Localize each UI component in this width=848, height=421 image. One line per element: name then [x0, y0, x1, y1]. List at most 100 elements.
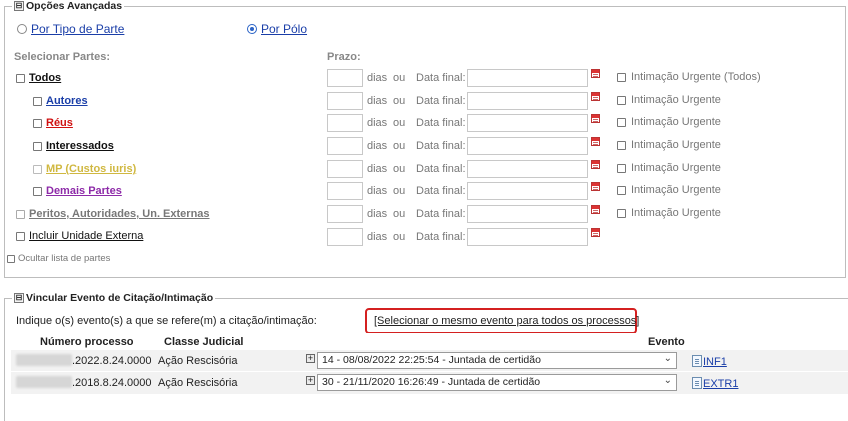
- party-row-peritos[interactable]: Peritos, Autoridades, Un. Externas: [16, 208, 210, 220]
- urgent-row-demais[interactable]: Intimação Urgente: [617, 184, 721, 196]
- calendar-icon[interactable]: [591, 69, 600, 78]
- urgent-label-autores: Intimação Urgente: [631, 94, 721, 106]
- urgent-row-mp[interactable]: Intimação Urgente: [617, 162, 721, 174]
- numero-processo: .2018.8.24.0000: [72, 377, 152, 389]
- ocultar-lista-row[interactable]: Ocultar lista de partes: [7, 253, 110, 264]
- dias-input[interactable]: [327, 205, 363, 223]
- checkbox-demais[interactable]: [33, 186, 42, 196]
- party-label-todos[interactable]: Todos: [29, 72, 61, 84]
- col-header-evento: Evento: [648, 336, 685, 348]
- document-link[interactable]: EXTR1: [703, 378, 738, 390]
- expand-icon[interactable]: +: [306, 354, 315, 363]
- radio-polo-icon[interactable]: [247, 24, 257, 34]
- dias-input[interactable]: [327, 137, 363, 155]
- calendar-icon[interactable]: [591, 114, 600, 123]
- party-row-todos[interactable]: Todos: [16, 72, 61, 84]
- document-icon[interactable]: [692, 355, 702, 367]
- calendar-icon[interactable]: [591, 160, 600, 169]
- checkbox-interessados[interactable]: [33, 141, 42, 151]
- radio-tipo-parte-label[interactable]: Por Tipo de Parte: [31, 22, 124, 36]
- party-label-interessados[interactable]: Interessados: [46, 140, 114, 152]
- checkbox-urgent-demais[interactable]: [617, 185, 626, 195]
- checkbox-urgent-todos[interactable]: [617, 72, 626, 82]
- selecionar-mesmo-evento-link[interactable]: [Selecionar o mesmo evento para todos os…: [374, 315, 639, 327]
- urgent-row-todos[interactable]: Intimação Urgente (Todos): [617, 71, 761, 83]
- radio-polo-label[interactable]: Por Pólo: [261, 22, 307, 36]
- data-final-input[interactable]: [467, 182, 588, 200]
- radio-polo[interactable]: Por Pólo: [247, 22, 307, 36]
- collapse-icon[interactable]: ⊟: [14, 293, 24, 303]
- dias-label: dias: [367, 208, 388, 220]
- document-link[interactable]: INF1: [703, 356, 727, 368]
- calendar-icon[interactable]: [591, 205, 600, 214]
- checkbox-reus[interactable]: [33, 118, 42, 128]
- checkbox-ocultar[interactable]: [7, 254, 15, 263]
- party-row-reus[interactable]: Réus: [33, 117, 73, 129]
- checkbox-urgent-reus[interactable]: [617, 117, 626, 127]
- data-final-label: Data final:: [416, 72, 466, 84]
- checkbox-urgent-interessados[interactable]: [617, 140, 626, 150]
- checkbox-unidade-externa[interactable]: [16, 231, 25, 241]
- col-header-classe: Classe Judicial: [164, 336, 244, 348]
- party-label-reus[interactable]: Réus: [46, 117, 73, 129]
- urgent-label-demais: Intimação Urgente: [631, 184, 721, 196]
- dias-input[interactable]: [327, 228, 363, 246]
- data-final-label: Data final:: [416, 163, 466, 175]
- data-final-input[interactable]: [467, 114, 588, 132]
- checkbox-urgent-autores[interactable]: [617, 95, 626, 105]
- party-row-autores[interactable]: Autores: [33, 95, 88, 107]
- dias-input[interactable]: [327, 69, 363, 87]
- calendar-icon[interactable]: [591, 182, 600, 191]
- party-label-autores[interactable]: Autores: [46, 95, 88, 107]
- radio-tipo-parte-icon[interactable]: [17, 24, 27, 34]
- party-label-peritos[interactable]: Peritos, Autoridades, Un. Externas: [29, 208, 210, 220]
- data-final-input[interactable]: [467, 92, 588, 110]
- calendar-icon[interactable]: [591, 92, 600, 101]
- document-icon[interactable]: [692, 377, 702, 389]
- vincular-evento-legend[interactable]: ⊟ Vincular Evento de Citação/Intimação: [12, 292, 216, 304]
- dias-input[interactable]: [327, 114, 363, 132]
- urgent-label-todos: Intimação Urgente (Todos): [631, 71, 761, 83]
- dias-input[interactable]: [327, 92, 363, 110]
- checkbox-todos[interactable]: [16, 73, 25, 83]
- checkbox-urgent-mp[interactable]: [617, 163, 626, 173]
- data-final-input[interactable]: [467, 160, 588, 178]
- checkbox-peritos[interactable]: [16, 209, 25, 219]
- party-row-unidade-externa[interactable]: Incluir Unidade Externa: [16, 230, 143, 242]
- evento-select[interactable]: 30 - 21/11/2020 16:26:49 - Juntada de ce…: [317, 374, 677, 391]
- data-final-input[interactable]: [467, 205, 588, 223]
- data-final-input[interactable]: [467, 69, 588, 87]
- classe-judicial: Ação Rescisória: [158, 355, 238, 367]
- party-row-mp[interactable]: MP (Custos iuris): [33, 163, 136, 175]
- data-final-label: Data final:: [416, 140, 466, 152]
- redacted-process-prefix: [16, 376, 72, 388]
- urgent-row-peritos[interactable]: Intimação Urgente: [617, 207, 721, 219]
- data-final-input[interactable]: [467, 137, 588, 155]
- calendar-icon[interactable]: [591, 228, 600, 237]
- urgent-label-reus: Intimação Urgente: [631, 116, 721, 128]
- advanced-options-legend[interactable]: ⊟ Opções Avançadas: [12, 0, 125, 12]
- redacted-process-prefix: [16, 354, 72, 366]
- checkbox-urgent-peritos[interactable]: [617, 208, 626, 218]
- party-label-unidade-externa[interactable]: Incluir Unidade Externa: [29, 230, 143, 242]
- checkbox-mp[interactable]: [33, 164, 42, 174]
- urgent-row-reus[interactable]: Intimação Urgente: [617, 116, 721, 128]
- collapse-icon[interactable]: ⊟: [14, 1, 24, 11]
- urgent-row-interessados[interactable]: Intimação Urgente: [617, 139, 721, 151]
- dias-input[interactable]: [327, 160, 363, 178]
- dias-input[interactable]: [327, 182, 363, 200]
- party-label-demais[interactable]: Demais Partes: [46, 185, 122, 197]
- expand-icon[interactable]: +: [306, 376, 315, 385]
- dias-label: dias: [367, 185, 388, 197]
- party-label-mp[interactable]: MP (Custos iuris): [46, 163, 136, 175]
- checkbox-autores[interactable]: [33, 96, 42, 106]
- data-final-label: Data final:: [416, 95, 466, 107]
- party-row-interessados[interactable]: Interessados: [33, 140, 114, 152]
- urgent-row-autores[interactable]: Intimação Urgente: [617, 94, 721, 106]
- calendar-icon[interactable]: [591, 137, 600, 146]
- evento-select[interactable]: 14 - 08/08/2022 22:25:54 - Juntada de ce…: [317, 352, 677, 369]
- radio-tipo-parte[interactable]: Por Tipo de Parte: [17, 22, 124, 36]
- party-row-demais[interactable]: Demais Partes: [33, 185, 122, 197]
- data-final-input[interactable]: [467, 228, 588, 246]
- evento-select-value: 14 - 08/08/2022 22:25:54 - Juntada de ce…: [322, 354, 541, 366]
